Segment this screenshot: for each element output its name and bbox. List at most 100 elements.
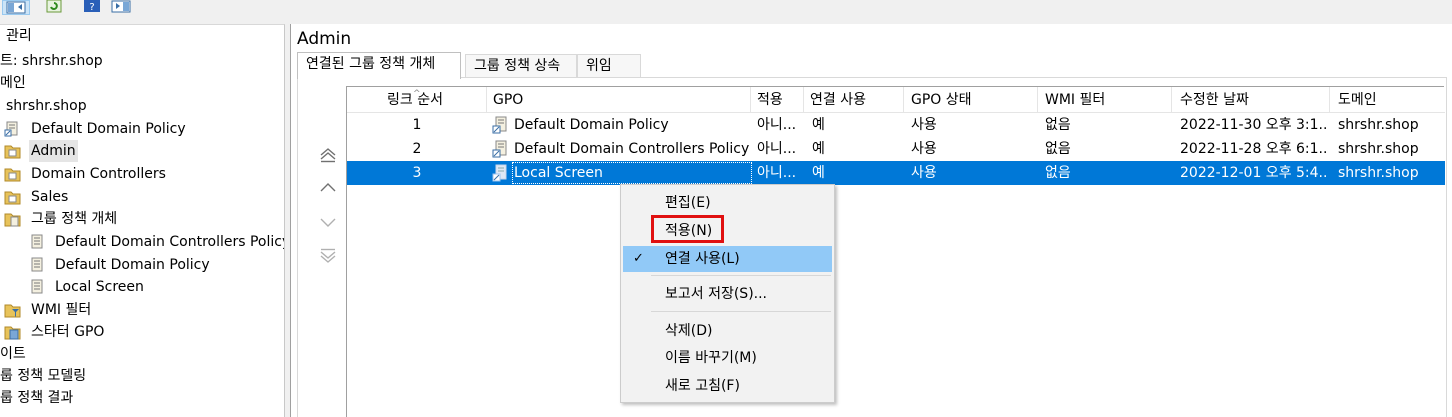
column-header-domain[interactable]: 도메인 <box>1330 87 1445 113</box>
cell-domain: shrshr.shop <box>1338 165 1419 181</box>
tree-item-label: Default Domain Policy <box>55 257 210 273</box>
menu-item-label: 연결 사용(L) <box>665 251 740 267</box>
gpo-scroll-icon <box>31 279 43 294</box>
cell-link-enabled: 예 <box>812 141 825 157</box>
cell-domain: shrshr.shop <box>1338 141 1419 157</box>
cell-gpo: Local Screen <box>514 165 603 181</box>
tree-item-label: shrshr.shop <box>6 98 87 114</box>
console-tree[interactable]: 관리 트: shrshr.shop 메인 shrshr.shop Default… <box>0 24 285 417</box>
column-header-label: 적용 <box>757 92 783 108</box>
menu-separator <box>651 275 831 276</box>
column-header-enforced[interactable]: 적용 <box>751 87 804 113</box>
table-row[interactable]: 1 Default Domain Policy 아니... 예 사용 없음 20… <box>347 113 1445 137</box>
help-icon: ? <box>84 0 100 13</box>
cell-modified: 2022-11-30 오후 3:1... <box>1180 117 1329 133</box>
folder-ou-icon <box>4 145 21 159</box>
column-header-label: 수정한 날짜 <box>1180 92 1249 108</box>
show-action-pane-button[interactable] <box>110 0 134 15</box>
refresh-button[interactable] <box>44 0 66 15</box>
menu-item-delete[interactable]: 삭제(D) <box>623 318 832 344</box>
menu-item-label: 이름 바꾸기(M) <box>665 350 757 366</box>
show-hide-console-tree-button[interactable] <box>2 0 30 15</box>
column-header-label: 도메인 <box>1338 92 1377 108</box>
gpo-scroll-icon <box>31 257 43 272</box>
cell-link-enabled: 예 <box>812 117 825 133</box>
table-row[interactable]: 2 Default Domain Controllers Policy 아니..… <box>347 137 1445 161</box>
cell-gpo-status: 사용 <box>911 165 937 181</box>
tree-item-label: Default Domain Controllers Policy <box>55 234 285 250</box>
context-menu: 편집(E) 적용(N) ✓ 연결 사용(L) 보고서 저장(S)... 삭제(D… <box>620 184 835 403</box>
menu-item-edit[interactable]: 편집(E) <box>623 190 832 216</box>
console-tree-icon <box>6 1 26 14</box>
cell-modified: 2022-11-28 오후 6:1... <box>1180 141 1329 157</box>
cell-enforced: 아니... <box>757 141 797 157</box>
cell-wmi-filter: 없음 <box>1045 117 1071 133</box>
cell-modified: 2022-12-01 오후 5:4... <box>1180 165 1329 181</box>
menu-item-label: 편집(E) <box>665 195 711 211</box>
menu-item-link-enabled[interactable]: ✓ 연결 사용(L) <box>623 246 832 272</box>
column-header-wmi-filter[interactable]: WMI 필터 <box>1038 87 1172 113</box>
tree-item-label: WMI 필터 <box>31 302 92 318</box>
cell-link-order: 1 <box>412 117 422 133</box>
tree-item-label: 스타터 GPO <box>31 324 105 340</box>
tree-item-label: 관리 <box>6 28 32 44</box>
svg-text:?: ? <box>89 2 94 13</box>
wmi-filter-icon <box>4 304 21 318</box>
cell-enforced: 아니... <box>757 117 797 133</box>
tree-item-label: Sales <box>31 189 69 205</box>
menu-item-save-report[interactable]: 보고서 저장(S)... <box>623 281 832 307</box>
action-pane-icon <box>111 0 131 13</box>
help-button[interactable]: ? <box>82 0 104 15</box>
column-header-gpo-status[interactable]: GPO 상태 <box>904 87 1038 113</box>
column-header-label: 연결 사용 <box>810 92 866 108</box>
checkmark-icon: ✓ <box>633 251 644 266</box>
column-header-label: WMI 필터 <box>1045 92 1106 108</box>
tab-delegation[interactable]: 위임 <box>577 54 641 78</box>
tree-item-label: 메인 <box>0 75 26 91</box>
tab-linked-gpos[interactable]: 연결된 그룹 정책 개체 <box>297 52 461 79</box>
cell-gpo-status: 사용 <box>911 117 937 133</box>
move-to-bottom-button[interactable] <box>318 248 338 264</box>
tree-item-label: 룹 정책 결과 <box>0 390 74 406</box>
cell-domain: shrshr.shop <box>1338 117 1419 133</box>
tab-label: 연결된 그룹 정책 개체 <box>306 56 436 72</box>
menu-item-rename[interactable]: 이름 바꾸기(M) <box>623 345 832 371</box>
folder-ou-icon <box>4 168 21 182</box>
gpo-scroll-icon <box>31 234 43 249</box>
menu-item-label: 새로 고침(F) <box>665 378 740 394</box>
folder-ou-icon <box>4 191 21 205</box>
gpo-link-icon <box>492 116 507 134</box>
column-header-link-enabled[interactable]: 연결 사용 <box>804 87 904 113</box>
linked-gpo-list[interactable]: ^ 링크 순서 GPO 적용 연결 사용 GPO 상태 WMI 필터 수정한 날… <box>346 86 1445 417</box>
cell-gpo: Default Domain Controllers Policy <box>514 141 750 157</box>
tab-gp-inheritance[interactable]: 그룹 정책 상속 <box>465 54 577 78</box>
column-header-link-order[interactable]: ^ 링크 순서 <box>347 87 487 113</box>
cell-link-enabled: 예 <box>812 165 825 181</box>
cell-wmi-filter: 없음 <box>1045 165 1071 181</box>
tab-label: 위임 <box>586 58 612 74</box>
move-down-button[interactable] <box>318 214 338 230</box>
column-header-gpo[interactable]: GPO <box>487 87 751 113</box>
details-pane: Admin 연결된 그룹 정책 개체 그룹 정책 상속 위임 ^ 링크 순서 G… <box>290 24 1452 417</box>
tree-item-label: Domain Controllers <box>31 166 166 182</box>
menu-item-refresh[interactable]: 새로 고침(F) <box>623 373 832 399</box>
tree-item-label: 이트 <box>0 346 26 362</box>
tree-item-label: 그룹 정책 개체 <box>31 211 118 227</box>
tab-label: 그룹 정책 상속 <box>474 58 561 74</box>
column-header-label: GPO <box>493 92 524 108</box>
tree-item-label: Default Domain Policy <box>31 121 186 137</box>
page-title: Admin <box>297 29 352 49</box>
annotation-highlight-box <box>651 215 724 243</box>
tree-item-label: 룹 정책 모델링 <box>0 368 87 384</box>
linked-gpos-panel: ^ 링크 순서 GPO 적용 연결 사용 GPO 상태 WMI 필터 수정한 날… <box>297 78 1447 417</box>
table-row-selected[interactable]: 3 Local Screen 아니... 예 사용 없음 2022-12-01 … <box>347 161 1445 185</box>
cell-link-order: 2 <box>412 141 422 157</box>
move-up-button[interactable] <box>318 180 338 196</box>
list-header: ^ 링크 순서 GPO 적용 연결 사용 GPO 상태 WMI 필터 수정한 날… <box>347 87 1445 113</box>
column-header-modified[interactable]: 수정한 날짜 <box>1172 87 1330 113</box>
cell-link-order: 3 <box>412 165 422 181</box>
folder-gpo-icon <box>4 213 21 227</box>
move-to-top-button[interactable] <box>318 147 338 163</box>
cell-wmi-filter: 없음 <box>1045 141 1071 157</box>
menu-item-label: 삭제(D) <box>665 323 713 339</box>
